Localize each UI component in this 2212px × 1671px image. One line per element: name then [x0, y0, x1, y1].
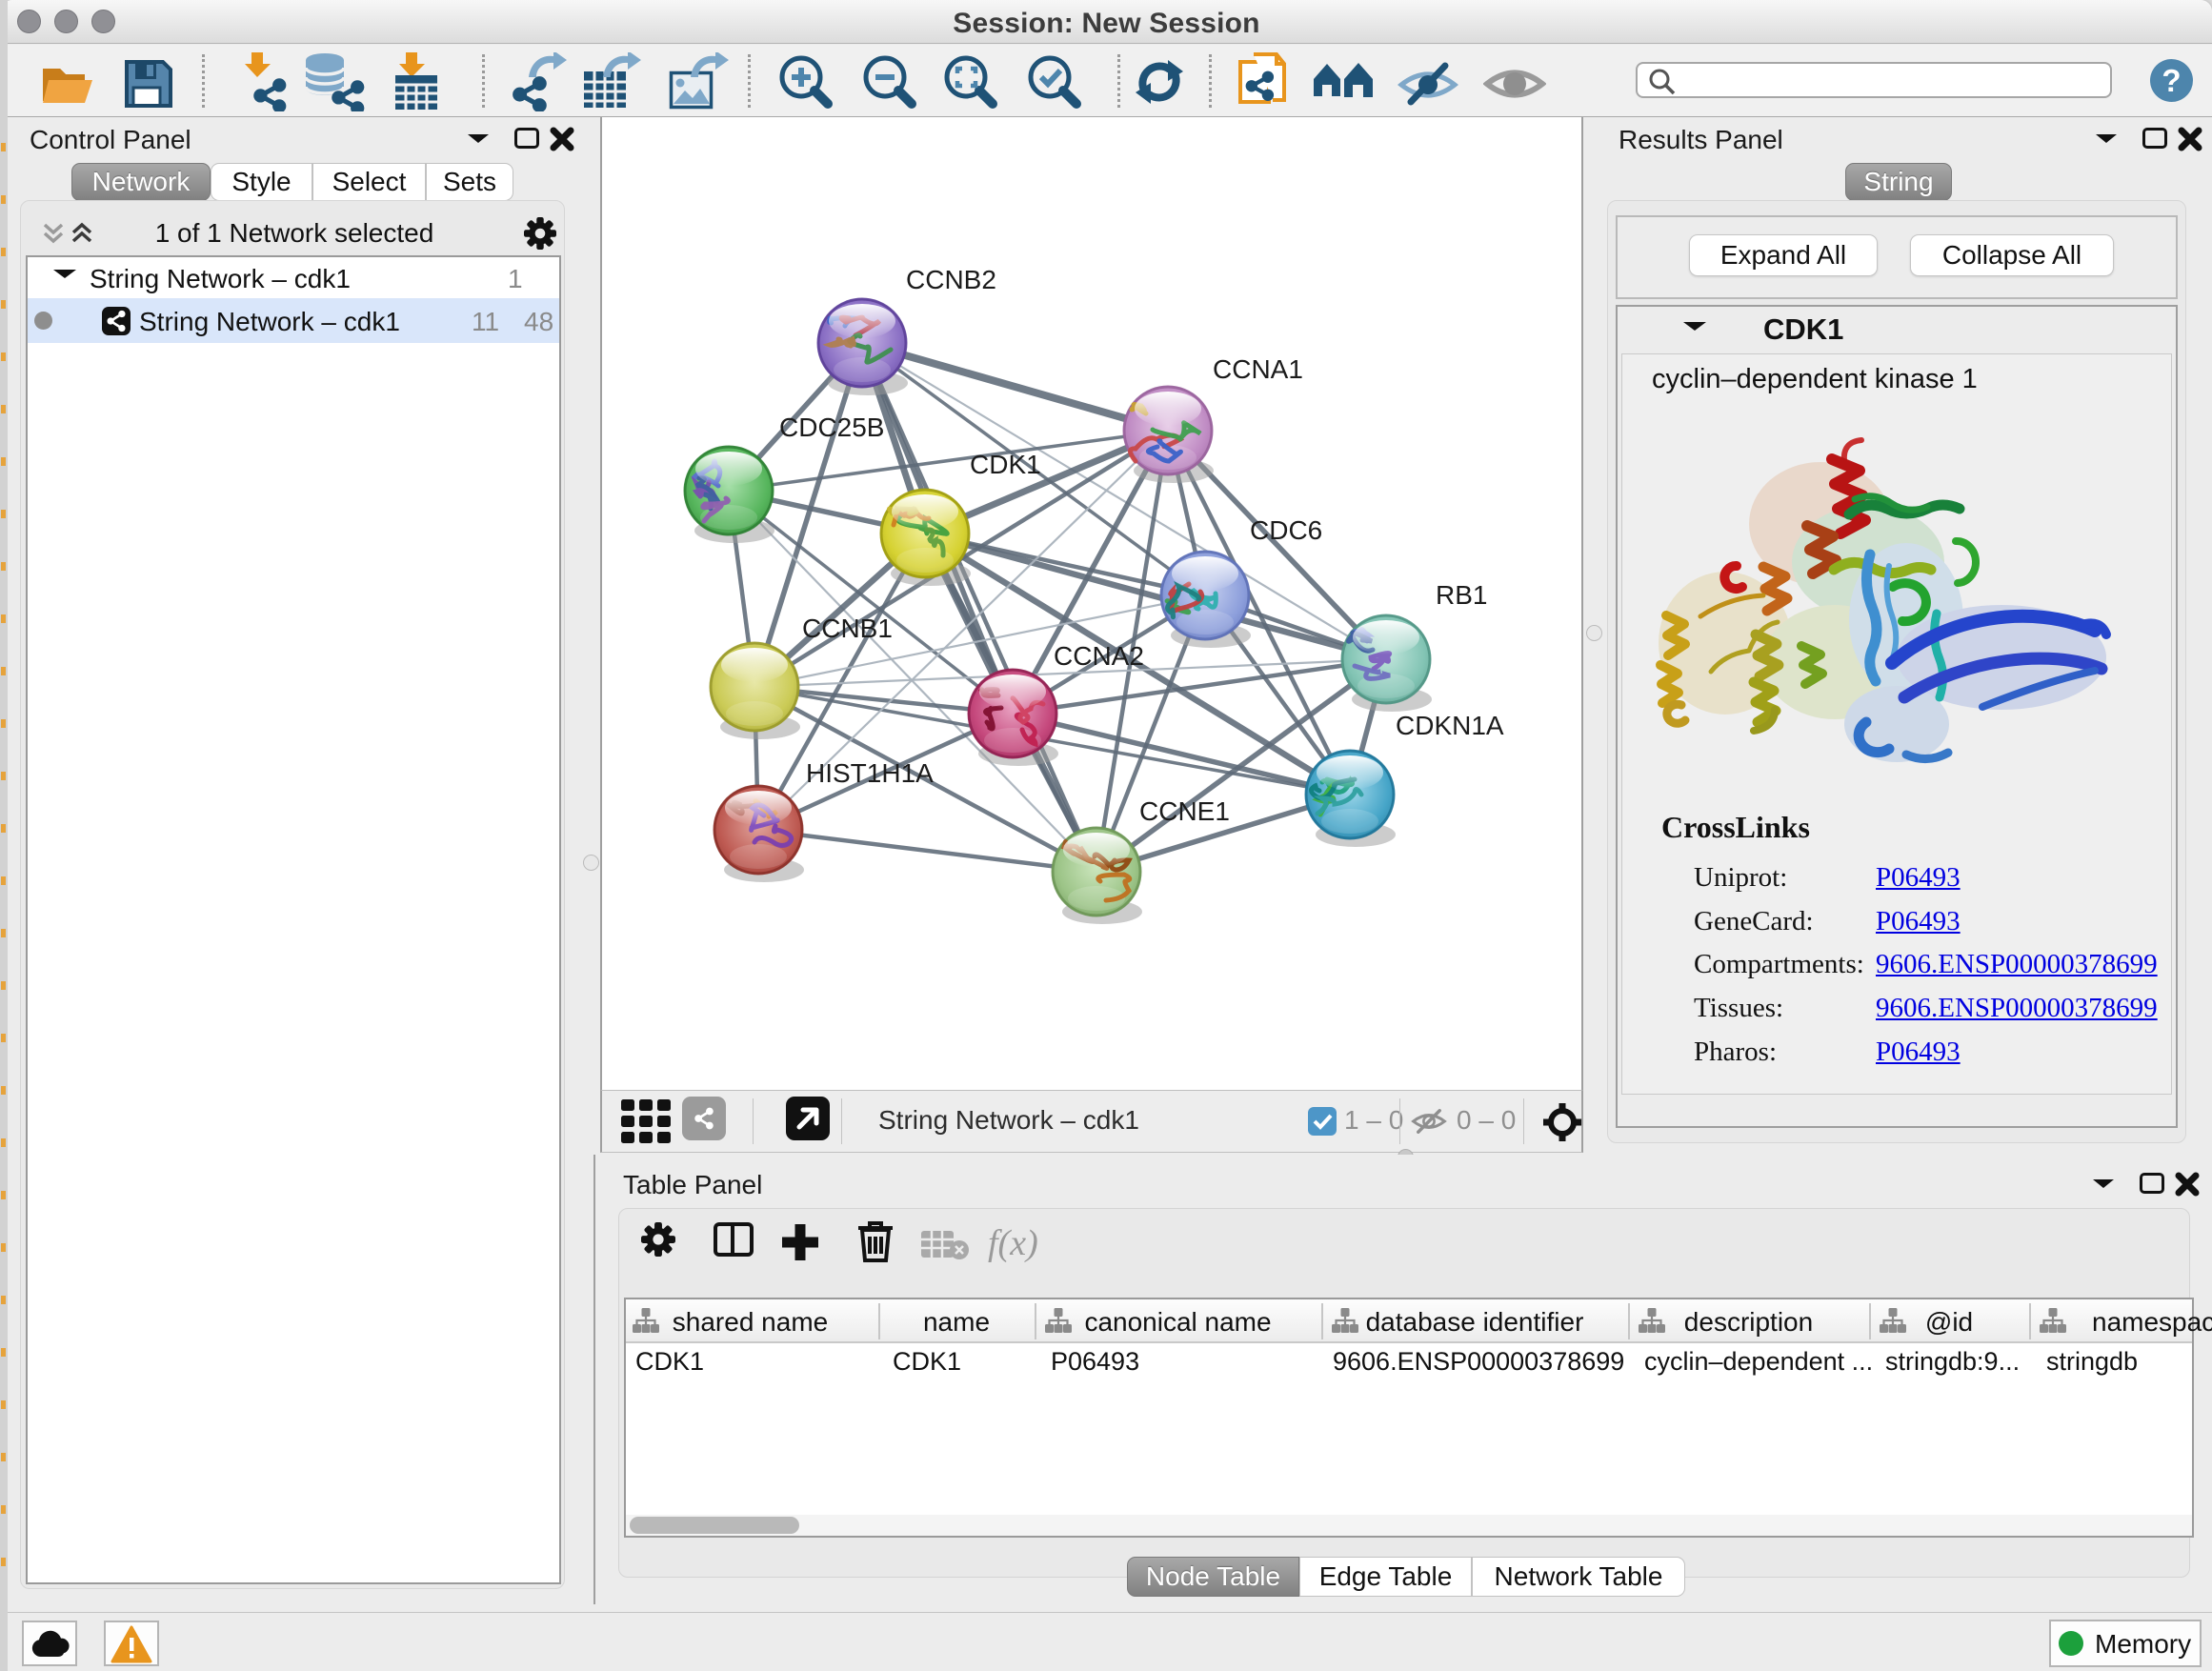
svg-text:CDC25B: CDC25B: [779, 413, 884, 442]
svg-text:RB1: RB1: [1436, 580, 1487, 610]
svg-text:CDC6: CDC6: [1250, 515, 1322, 545]
svg-text:CCNE1: CCNE1: [1139, 796, 1230, 826]
svg-text:CCNB1: CCNB1: [802, 614, 893, 643]
svg-text:CCNA2: CCNA2: [1054, 641, 1144, 671]
svg-text:CDK1: CDK1: [970, 450, 1041, 479]
svg-text:CDKN1A: CDKN1A: [1396, 711, 1504, 740]
svg-text:HIST1H1A: HIST1H1A: [806, 758, 934, 788]
svg-text:CCNA1: CCNA1: [1213, 354, 1303, 384]
svg-text:CCNB2: CCNB2: [906, 265, 996, 294]
